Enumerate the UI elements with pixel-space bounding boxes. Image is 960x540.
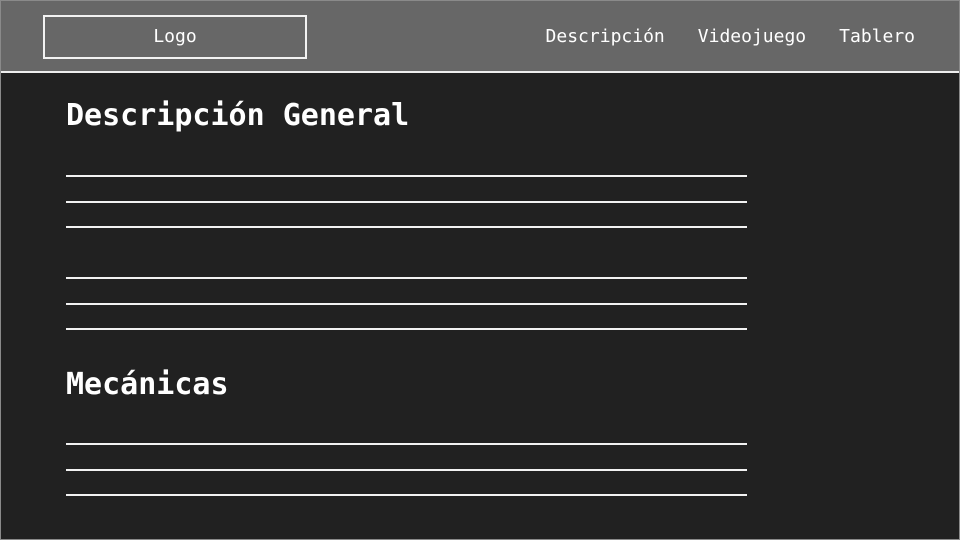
text-placeholder-line [66, 175, 747, 177]
text-placeholder-line [66, 443, 747, 445]
section-title-descripcion-general: Descripción General [66, 98, 410, 133]
nav-link-tablero[interactable]: Tablero [839, 25, 915, 49]
nav-link-descripcion[interactable]: Descripción [546, 25, 665, 49]
logo-label: Logo [153, 26, 197, 47]
main-navigation: Descripción Videojuego Tablero [546, 25, 915, 49]
section-title-mecanicas: Mecánicas [66, 367, 229, 402]
top-navbar: Logo Descripción Videojuego Tablero [1, 1, 959, 73]
text-placeholder-line [66, 469, 747, 471]
text-placeholder-line [66, 303, 747, 305]
text-placeholder-line [66, 201, 747, 203]
text-placeholder-line [66, 277, 747, 279]
logo-placeholder[interactable]: Logo [43, 15, 307, 59]
page-frame: Logo Descripción Videojuego Tablero Desc… [0, 0, 960, 540]
text-placeholder-line [66, 226, 747, 228]
text-placeholder-line [66, 328, 747, 330]
text-placeholder-line [66, 494, 747, 496]
nav-link-videojuego[interactable]: Videojuego [698, 25, 806, 49]
